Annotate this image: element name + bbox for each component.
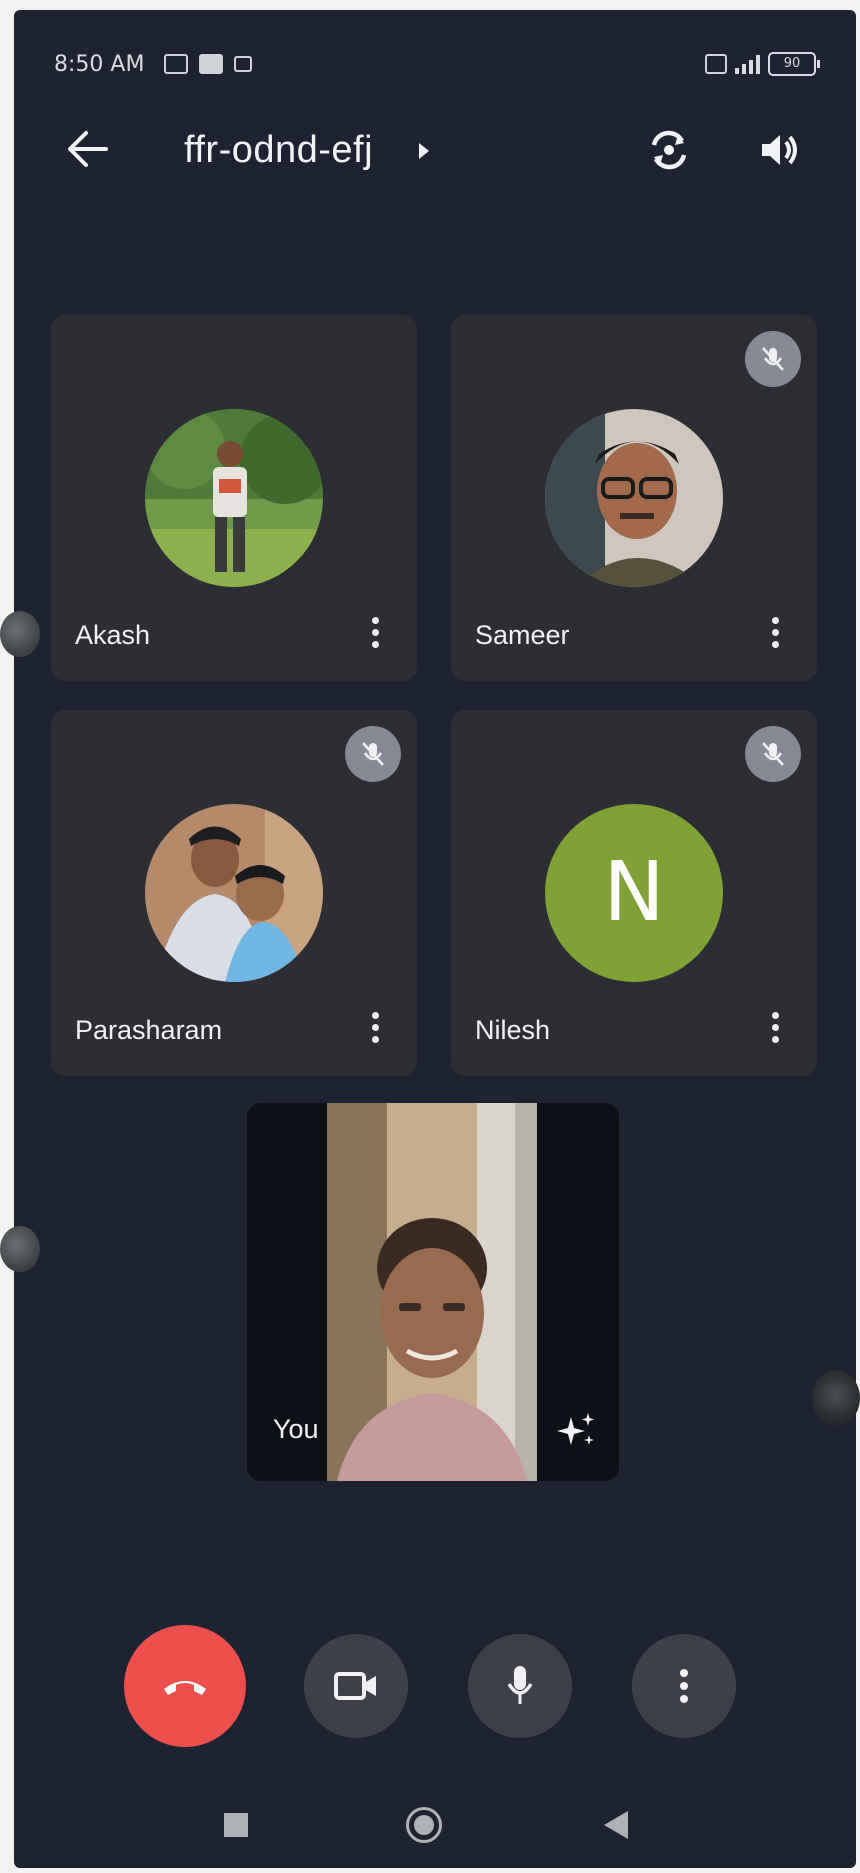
battery-icon: 90 (768, 52, 820, 76)
binder-hole (0, 1226, 40, 1272)
avatar-photo (145, 409, 323, 587)
mic-off-icon (345, 726, 401, 782)
signal-icon (735, 54, 760, 74)
self-view-tile[interactable]: You (247, 1103, 619, 1481)
camera-toggle-button[interactable] (304, 1634, 408, 1738)
video-camera-icon (334, 1672, 376, 1700)
participant-name: Parasharam (75, 1015, 223, 1045)
volte-icon (705, 54, 727, 74)
home-button[interactable] (406, 1807, 442, 1843)
microphone-icon (507, 1666, 533, 1704)
participant-more-button[interactable] (769, 1012, 781, 1048)
participant-name: Akash (75, 620, 151, 650)
notification-icon (164, 54, 188, 74)
participant-more-button[interactable] (369, 617, 381, 653)
call-header: ffr-odnd-efj (14, 115, 856, 185)
system-nav-bar (14, 1805, 856, 1855)
participant-tile-parasharam[interactable]: Parasharam (51, 710, 417, 1076)
participant-name: Sameer (475, 620, 570, 650)
upload-icon (199, 54, 223, 74)
more-options-button[interactable] (632, 1634, 736, 1738)
self-label: You (273, 1414, 319, 1444)
effects-button[interactable] (555, 1409, 597, 1451)
binder-hole (812, 1370, 860, 1426)
participant-tile-sameer[interactable]: Sameer (451, 315, 817, 681)
recents-button[interactable] (224, 1813, 248, 1837)
caret-right-icon[interactable] (419, 143, 429, 159)
participant-more-button[interactable] (769, 617, 781, 653)
participant-more-button[interactable] (369, 1012, 381, 1048)
circle-icon (414, 1815, 434, 1835)
back-button[interactable] (64, 127, 112, 171)
status-right: 90 (705, 52, 820, 76)
phone-screen: 8:50 AM 90 ffr-odnd-efj Akash Sameer Par… (14, 10, 856, 1868)
sparkle-icon (557, 1413, 594, 1445)
video-indicator-icon (234, 56, 252, 72)
avatar (145, 804, 323, 982)
status-bar: 8:50 AM 90 (14, 40, 856, 90)
end-call-button[interactable] (124, 1625, 246, 1747)
participant-tile-akash[interactable]: Akash (51, 315, 417, 681)
avatar (145, 409, 323, 587)
mic-off-icon (745, 331, 801, 387)
binder-hole (0, 611, 40, 657)
avatar-photo (545, 409, 723, 587)
self-video (327, 1103, 537, 1481)
mic-toggle-button[interactable] (468, 1634, 572, 1738)
phone-hangup-icon (164, 1681, 206, 1695)
avatar (545, 409, 723, 587)
status-time: 8:50 AM (54, 52, 145, 77)
nav-back-button[interactable] (604, 1811, 628, 1839)
meeting-code[interactable]: ffr-odnd-efj (184, 129, 373, 172)
participant-name: Nilesh (475, 1015, 551, 1045)
participant-tile-nilesh[interactable]: N Nilesh (451, 710, 817, 1076)
battery-level: 90 (783, 56, 801, 71)
audio-output-button[interactable] (756, 127, 806, 173)
speaker-icon (762, 135, 797, 165)
arrow-left-icon (68, 131, 108, 167)
mic-off-icon (745, 726, 801, 782)
call-controls (14, 1625, 856, 1754)
more-vert-icon (679, 1669, 689, 1703)
avatar-photo (145, 804, 323, 982)
switch-camera-button[interactable] (644, 127, 694, 173)
avatar-initial: N (545, 804, 723, 982)
camera-switch-icon (651, 130, 687, 170)
